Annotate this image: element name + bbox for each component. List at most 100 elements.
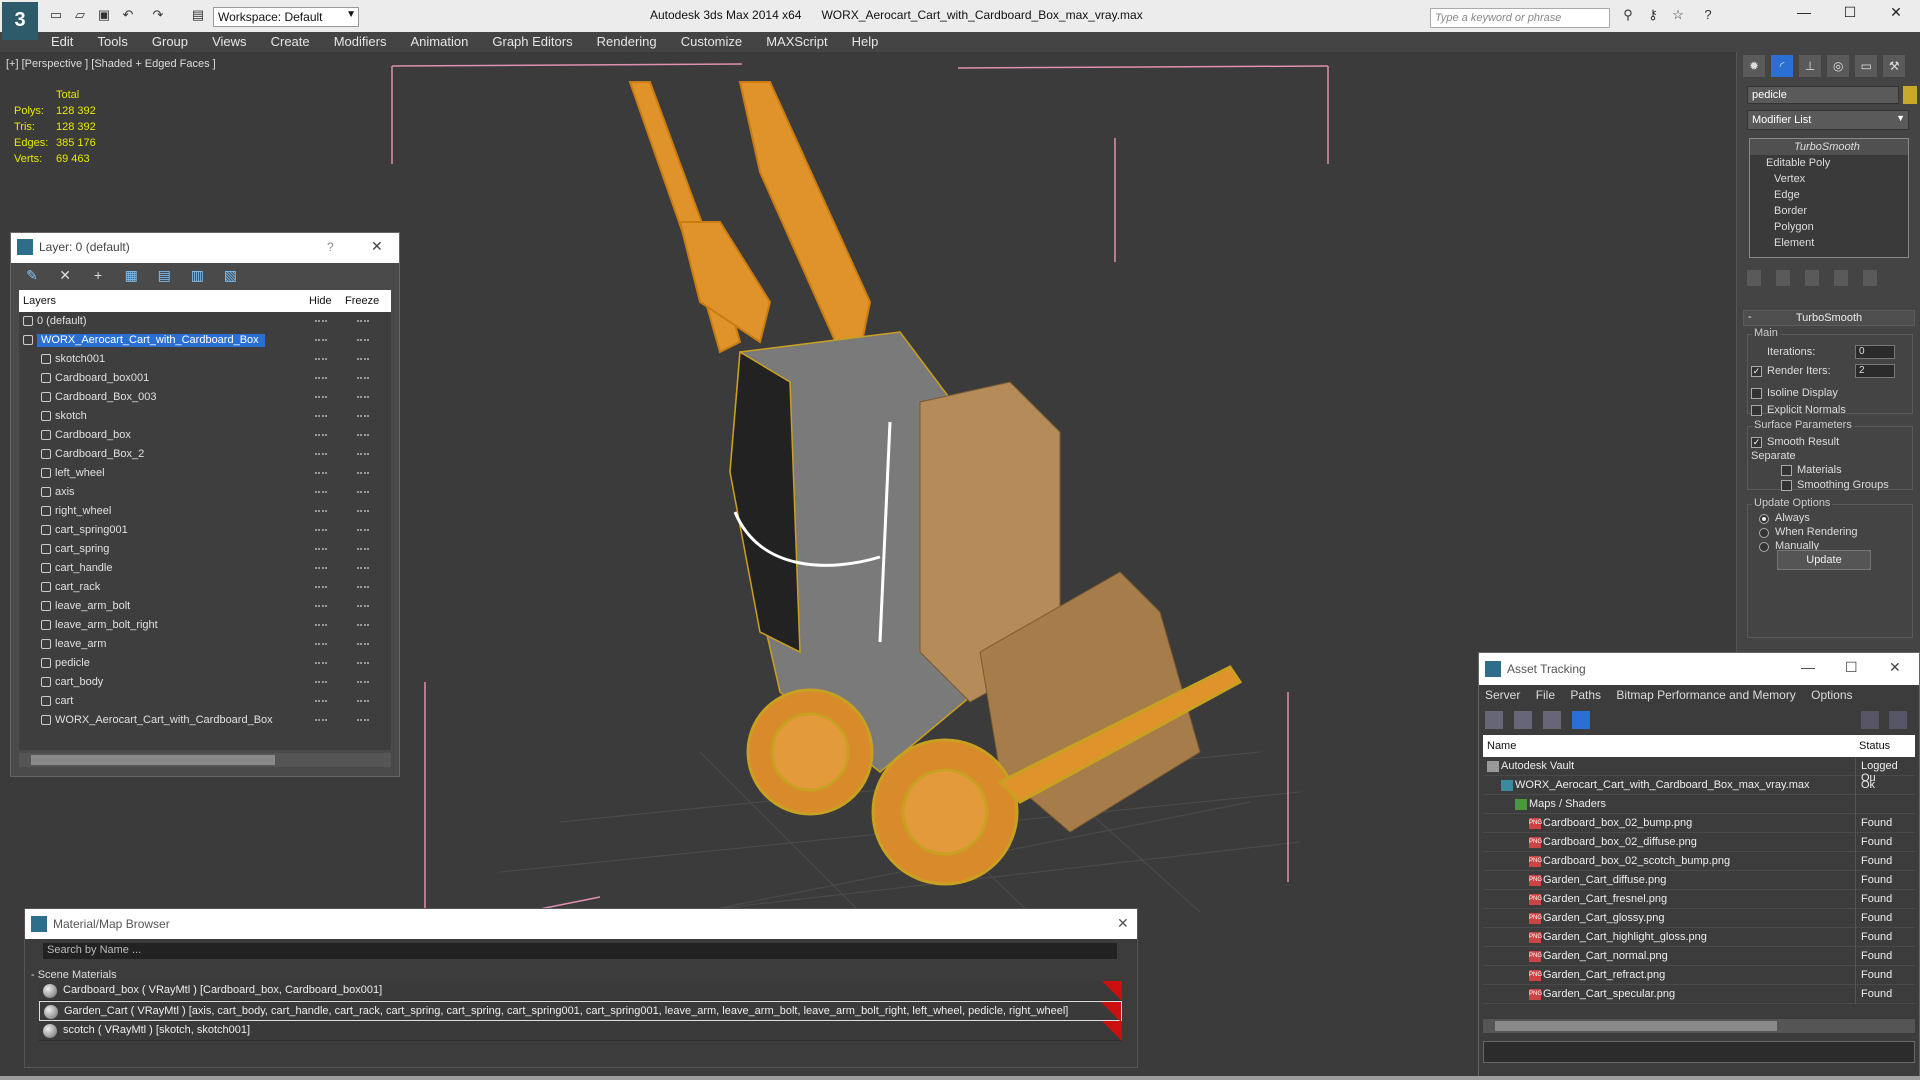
search-input[interactable]: Type a keyword or phrase xyxy=(1430,8,1610,28)
minimize-button[interactable]: — xyxy=(1792,4,1816,26)
update-button[interactable]: Update xyxy=(1777,550,1871,570)
undo-icon[interactable]: ↶ xyxy=(120,7,136,23)
hide-all-icon[interactable]: ▥ xyxy=(186,267,208,285)
pin-stack-icon[interactable] xyxy=(1747,270,1761,286)
list-view-icon[interactable] xyxy=(1514,711,1533,729)
layer-horizontal-scrollbar[interactable] xyxy=(19,753,391,767)
menu-animation[interactable]: Animation xyxy=(400,32,479,49)
render-iters-checkbox[interactable]: ✓ xyxy=(1751,366,1762,377)
layer-row[interactable]: right_wheel xyxy=(19,502,391,521)
layer-row[interactable]: Cardboard_box xyxy=(19,426,391,445)
asset-row[interactable]: WORX_Aerocart_Cart_with_Cardboard_Box_ma… xyxy=(1483,776,1915,795)
menu-modifiers[interactable]: Modifiers xyxy=(323,32,397,49)
asset-row[interactable]: PNG Cardboard_box_02_diffuse.png Found xyxy=(1483,833,1915,852)
layer-row[interactable]: 0 (default) xyxy=(19,312,391,331)
hierarchy-tab-icon[interactable]: ⊥ xyxy=(1799,55,1822,77)
freeze-toggle[interactable] xyxy=(357,681,369,683)
hide-toggle[interactable] xyxy=(315,624,327,626)
isoline-display-checkbox[interactable] xyxy=(1751,388,1762,399)
binoculars-icon[interactable]: ⚲ xyxy=(1620,7,1636,23)
column-name[interactable]: Name xyxy=(1487,740,1516,752)
smoothing-groups-checkbox[interactable] xyxy=(1781,480,1792,491)
asset-row[interactable]: PNG Cardboard_box_02_scotch_bump.png Found xyxy=(1483,852,1915,871)
scene-materials-section[interactable]: - Scene Materials xyxy=(31,969,1137,981)
scrollbar-thumb[interactable] xyxy=(31,755,275,765)
material-row[interactable]: Garden_Cart ( VRayMtl ) [axis, cart_body… xyxy=(39,1001,1122,1022)
object-name-field[interactable]: pedicle xyxy=(1747,86,1899,104)
hide-toggle[interactable] xyxy=(315,491,327,493)
column-layers[interactable]: Layers xyxy=(23,295,56,307)
layer-row[interactable]: leave_arm_bolt_right xyxy=(19,616,391,635)
layer-row[interactable]: skotch xyxy=(19,407,391,426)
layer-row[interactable]: cart_rack xyxy=(19,578,391,597)
hide-toggle[interactable] xyxy=(315,453,327,455)
stack-item[interactable]: TurboSmooth xyxy=(1750,139,1908,155)
star-icon[interactable]: ☆ xyxy=(1670,7,1686,23)
hide-toggle[interactable] xyxy=(315,339,327,341)
display-tab-icon[interactable]: ▭ xyxy=(1855,55,1878,77)
column-status[interactable]: Status xyxy=(1859,740,1890,752)
help-icon[interactable]: ? xyxy=(327,240,334,254)
layer-row[interactable]: Cardboard_box001 xyxy=(19,369,391,388)
layer-row[interactable]: leave_arm_bolt xyxy=(19,597,391,616)
table-view-icon[interactable] xyxy=(1543,711,1562,729)
asset-row[interactable]: PNG Garden_Cart_specular.png Found xyxy=(1483,985,1915,1004)
settings-icon[interactable] xyxy=(1889,711,1907,729)
freeze-toggle[interactable] xyxy=(357,624,369,626)
scrollbar-thumb[interactable] xyxy=(1495,1021,1777,1031)
asset-row[interactable]: PNG Garden_Cart_normal.png Found xyxy=(1483,947,1915,966)
layer-row[interactable]: WORX_Aerocart_Cart_with_Cardboard_Box xyxy=(19,711,391,730)
turbosmooth-rollout[interactable]: - TurboSmooth xyxy=(1743,310,1915,326)
freeze-toggle[interactable] xyxy=(357,377,369,379)
asset-row[interactable]: PNG Garden_Cart_fresnel.png Found xyxy=(1483,890,1915,909)
asset-row[interactable]: Autodesk Vault Logged Ou xyxy=(1483,757,1915,784)
app-logo-icon[interactable]: 3 xyxy=(2,2,38,40)
object-color-swatch[interactable] xyxy=(1903,86,1917,104)
layer-row[interactable]: left_wheel xyxy=(19,464,391,483)
add-to-layer-icon[interactable]: + xyxy=(87,267,109,285)
hide-toggle[interactable] xyxy=(315,643,327,645)
freeze-toggle[interactable] xyxy=(357,491,369,493)
key-icon[interactable]: ⚷ xyxy=(1645,7,1661,23)
close-icon[interactable]: ✕ xyxy=(371,238,383,255)
hide-toggle[interactable] xyxy=(315,377,327,379)
layer-row[interactable]: WORX_Aerocart_Cart_with_Cardboard_Box xyxy=(19,331,391,350)
stack-item[interactable]: Vertex xyxy=(1750,171,1908,187)
asset-tracking-header[interactable]: Asset Tracking — ☐ ✕ xyxy=(1479,653,1919,685)
delete-layer-icon[interactable]: ✕ xyxy=(54,267,76,285)
hide-toggle[interactable] xyxy=(315,472,327,474)
save-file-icon[interactable]: ▣ xyxy=(96,7,112,23)
menu-customize[interactable]: Customize xyxy=(670,32,752,49)
stack-item[interactable]: Element xyxy=(1750,235,1908,251)
freeze-toggle[interactable] xyxy=(357,662,369,664)
menu-options[interactable]: Options xyxy=(1811,688,1852,702)
grid-view-icon[interactable] xyxy=(1572,711,1591,729)
maximize-button[interactable]: ☐ xyxy=(1845,659,1858,676)
layer-row[interactable]: Cardboard_Box_2 xyxy=(19,445,391,464)
hide-toggle[interactable] xyxy=(315,320,327,322)
modifier-list-dropdown[interactable]: Modifier List ▼ xyxy=(1747,110,1909,130)
freeze-toggle[interactable] xyxy=(357,719,369,721)
hide-toggle[interactable] xyxy=(315,719,327,721)
hide-toggle[interactable] xyxy=(315,586,327,588)
freeze-toggle[interactable] xyxy=(357,700,369,702)
layer-row[interactable]: axis xyxy=(19,483,391,502)
stack-item[interactable]: Edge xyxy=(1750,187,1908,203)
layer-row[interactable]: pedicle xyxy=(19,654,391,673)
menu-graph-editors[interactable]: Graph Editors xyxy=(481,32,582,49)
asset-row[interactable]: PNG Garden_Cart_glossy.png Found xyxy=(1483,909,1915,928)
workspace-dropdown[interactable]: Workspace: Default ▼ xyxy=(213,7,359,27)
remove-modifier-icon[interactable] xyxy=(1834,270,1849,286)
menu-help[interactable]: Help xyxy=(841,32,889,49)
close-button[interactable]: ✕ xyxy=(1889,659,1901,676)
smooth-result-checkbox[interactable]: ✓ xyxy=(1751,437,1762,448)
help-icon[interactable] xyxy=(1861,711,1879,729)
freeze-toggle[interactable] xyxy=(357,358,369,360)
hide-toggle[interactable] xyxy=(315,700,327,702)
freeze-toggle[interactable] xyxy=(357,510,369,512)
freeze-toggle[interactable] xyxy=(357,339,369,341)
menu-file[interactable]: File xyxy=(1536,688,1555,702)
layer-row[interactable]: skotch001 xyxy=(19,350,391,369)
freeze-toggle[interactable] xyxy=(357,605,369,607)
material-row[interactable]: Cardboard_box ( VRayMtl ) [Cardboard_box… xyxy=(39,981,1122,1001)
